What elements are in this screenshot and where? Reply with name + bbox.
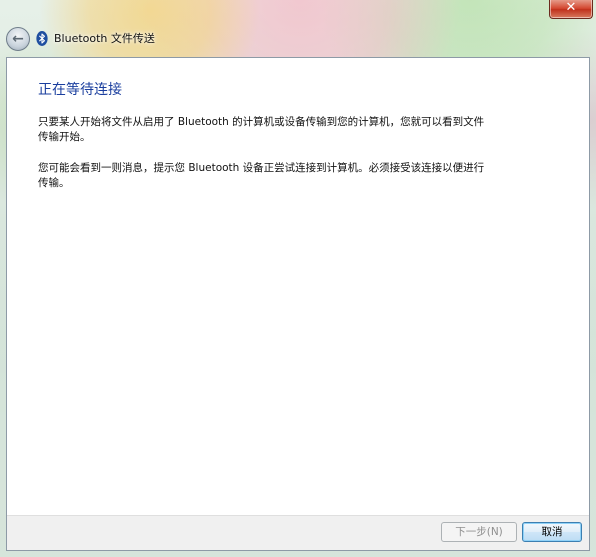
page-title: 正在等待连接 (38, 82, 122, 98)
button-bar: 下一步(N) 取消 (7, 515, 589, 550)
instruction-text: 只要某人开始将文件从启用了 Bluetooth 的计算机或设备传输到您的计算机，… (38, 116, 485, 143)
close-button[interactable]: ✕ (549, 0, 593, 19)
wizard-content: 正在等待连接 只要某人开始将文件从启用了 Bluetooth 的计算机或设备传输… (6, 57, 590, 551)
cancel-button[interactable]: 取消 (522, 522, 582, 542)
connection-note-text: 您可能会看到一则消息，提示您 Bluetooth 设备正尝试连接到计算机。必须接… (38, 162, 485, 189)
bluetooth-icon (36, 31, 48, 46)
close-icon: ✕ (565, 0, 577, 15)
window-title: Bluetooth 文件传送 (54, 32, 155, 45)
next-button[interactable]: 下一步(N) (441, 522, 517, 542)
back-arrow-icon: ← (12, 31, 24, 47)
back-button[interactable]: ← (6, 27, 30, 51)
